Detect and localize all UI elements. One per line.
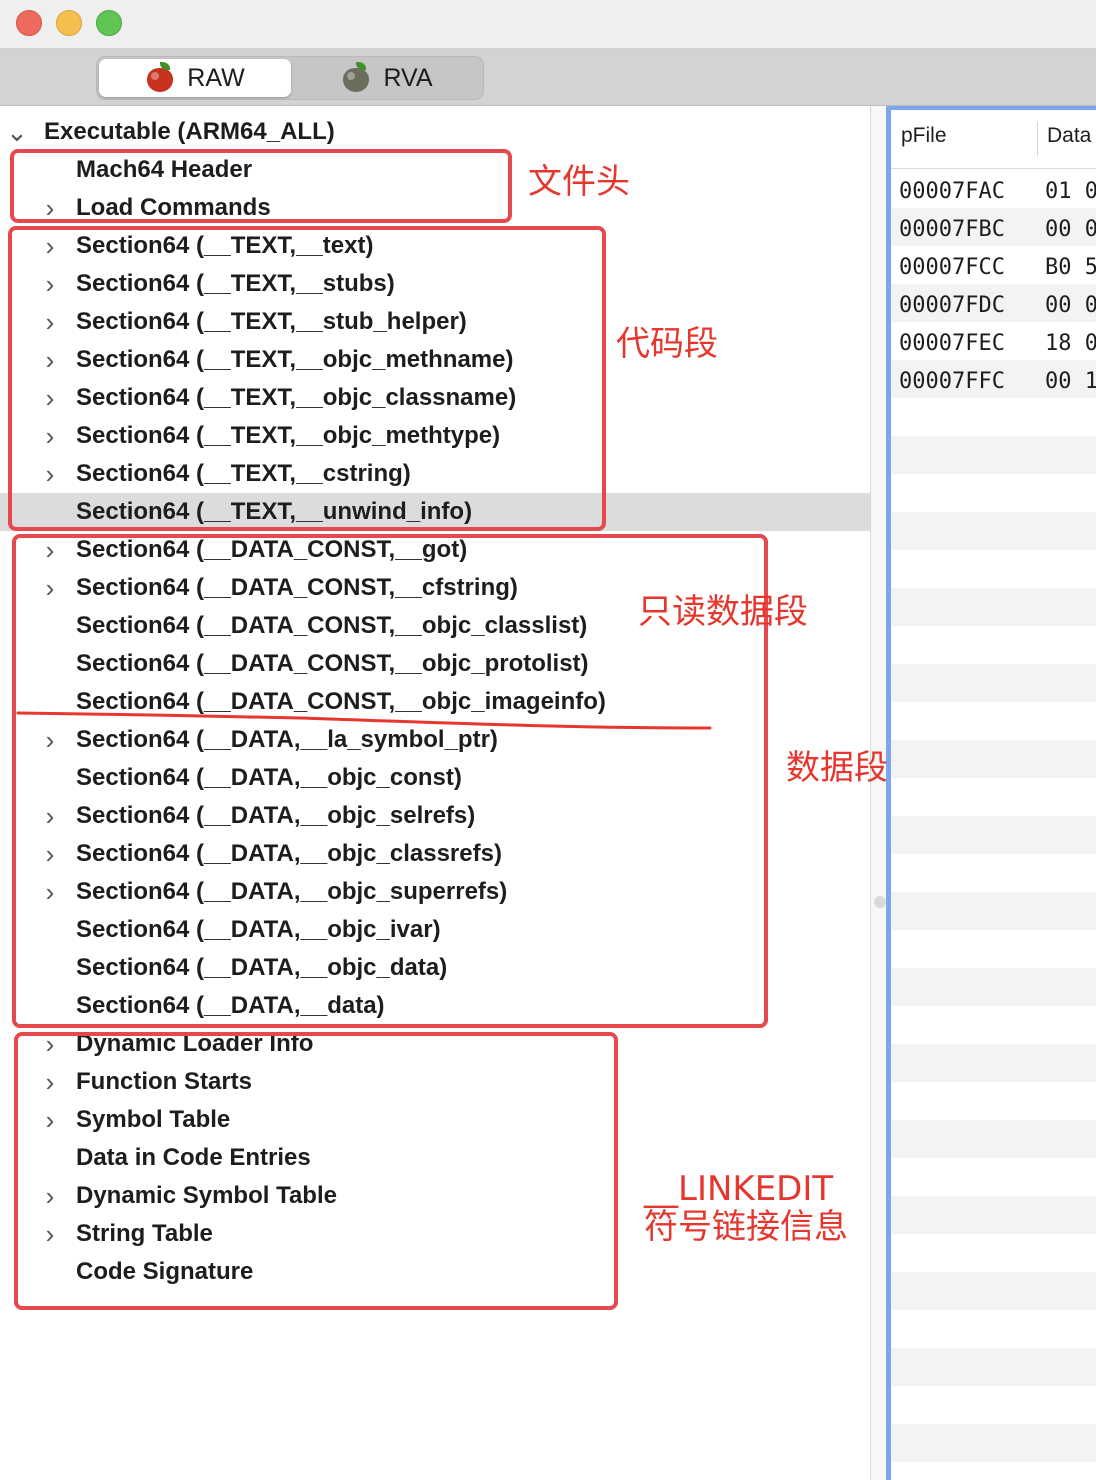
table-row-background — [891, 1348, 1096, 1386]
tree-root-executable[interactable]: ⌄ Executable (ARM64_ALL) — [0, 113, 870, 151]
table-row-background — [891, 740, 1096, 778]
table-row-background — [891, 398, 1096, 436]
table-row-background — [891, 1310, 1096, 1348]
annotation-label-code: 代码段 — [616, 324, 718, 364]
table-row-background — [891, 474, 1096, 512]
table-row-background — [891, 930, 1096, 968]
table-row[interactable]: 00007FCC B0 5 — [891, 249, 1096, 287]
column-divider[interactable] — [1037, 122, 1038, 156]
detail-table: pFile Data 00007FAC 01 0 00007FBC 00 0 00007… — [886, 106, 1096, 1480]
segment-raw-label: RAW — [187, 63, 245, 92]
pfile-offset-cell: 00007FAC — [899, 179, 1005, 204]
table-row-background — [891, 1272, 1096, 1310]
segment-raw[interactable]: RAW — [99, 59, 291, 97]
pfile-offset-cell: 00007FEC — [899, 331, 1005, 356]
table-row-background — [891, 702, 1096, 740]
table-row[interactable]: 00007FEC 18 0 — [891, 325, 1096, 363]
table-row[interactable]: 00007FBC 00 0 — [891, 211, 1096, 249]
table-row[interactable]: 00007FFC 00 1 — [891, 363, 1096, 401]
table-row-background — [891, 550, 1096, 588]
pfile-offset-cell: 00007FDC — [899, 293, 1005, 318]
zoom-window-button[interactable] — [96, 10, 122, 36]
table-row-background — [891, 436, 1096, 474]
pfile-offset-cell: 00007FCC — [899, 255, 1005, 280]
data-bytes-cell: B0 5 — [1045, 255, 1096, 280]
chevron-down-icon[interactable]: ⌄ — [6, 113, 28, 151]
table-row-background — [891, 968, 1096, 1006]
data-bytes-cell: 00 0 — [1045, 293, 1096, 318]
table-row-background — [891, 1462, 1096, 1480]
table-row-background — [891, 1424, 1096, 1462]
table-row[interactable]: 00007FAC 01 0 — [891, 173, 1096, 211]
table-row-background — [891, 1234, 1096, 1272]
table-row-background — [891, 1006, 1096, 1044]
table-row-background — [891, 854, 1096, 892]
table-row-background — [891, 512, 1096, 550]
segment-rva-label: RVA — [383, 63, 433, 92]
table-row-background — [891, 626, 1096, 664]
pfile-offset-cell: 00007FFC — [899, 369, 1005, 394]
table-row-background — [891, 1386, 1096, 1424]
table-row[interactable]: 00007FDC 00 0 — [891, 287, 1096, 325]
annotation-label-linkedit-title: __LINKEDIT — [644, 1169, 834, 1209]
data-bytes-cell: 18 0 — [1045, 331, 1096, 356]
pfile-offset-cell: 00007FBC — [899, 217, 1005, 242]
raw-rva-segmented-control: RAW RVA — [96, 56, 484, 100]
annotation-label-header: 文件头 — [528, 162, 630, 202]
table-header: pFile Data — [891, 110, 1096, 169]
data-bytes-cell: 01 0 — [1045, 179, 1096, 204]
splitter-handle[interactable] — [874, 896, 886, 908]
table-row-background — [891, 588, 1096, 626]
annotation-box-code — [8, 226, 606, 531]
annotation-label-data: 数据段 — [786, 748, 888, 788]
annotation-box-linkedit — [14, 1032, 618, 1310]
table-row-background — [891, 816, 1096, 854]
tree-item-label: Executable (ARM64_ALL) — [44, 118, 335, 145]
column-header-pfile[interactable]: pFile — [901, 124, 947, 148]
table-row-background — [891, 1120, 1096, 1158]
data-bytes-cell: 00 0 — [1045, 217, 1096, 242]
table-row-background — [891, 1044, 1096, 1082]
table-row-background — [891, 1082, 1096, 1120]
minimize-window-button[interactable] — [56, 10, 82, 36]
apple-app-icon-gray — [341, 62, 373, 94]
annotation-label-readonly-data: 只读数据段 — [638, 592, 808, 632]
table-row-background — [891, 1158, 1096, 1196]
data-bytes-cell: 00 1 — [1045, 369, 1096, 394]
annotation-box-header — [10, 149, 512, 223]
table-row-background — [891, 892, 1096, 930]
close-window-button[interactable] — [16, 10, 42, 36]
window-titlebar — [0, 0, 1096, 49]
table-row-background — [891, 664, 1096, 702]
segment-rva[interactable]: RVA — [291, 59, 483, 97]
apple-app-icon — [145, 62, 177, 94]
annotation-label-linkedit-desc: 符号链接信息 — [644, 1207, 848, 1247]
pane-splitter[interactable] — [870, 106, 887, 1480]
toolbar: RAW RVA — [0, 49, 1096, 106]
column-header-data[interactable]: Data — [1047, 124, 1091, 148]
table-row-background — [891, 778, 1096, 816]
table-row-background — [891, 1196, 1096, 1234]
